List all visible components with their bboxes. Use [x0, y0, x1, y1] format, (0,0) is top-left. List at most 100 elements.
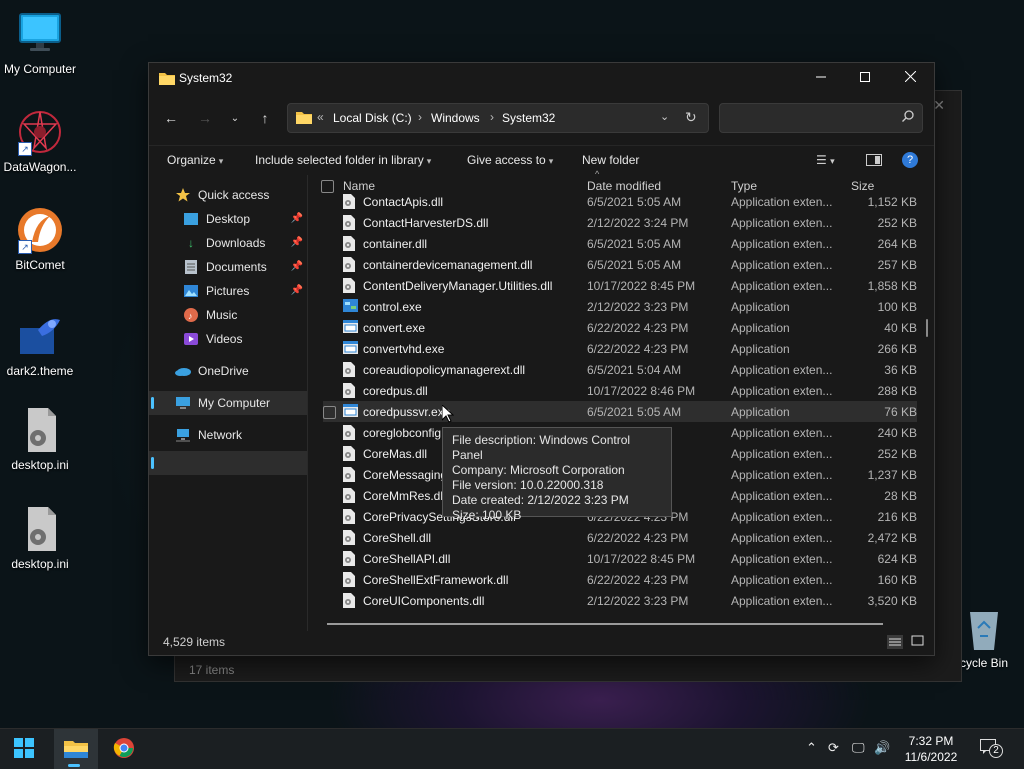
- file-date-modified: 6/22/2022 4:23 PM: [587, 321, 689, 335]
- desktop-icon-datawagon[interactable]: ↗ DataWagon...: [0, 108, 80, 174]
- title-bar[interactable]: System32: [149, 63, 934, 93]
- close-button[interactable]: [887, 63, 933, 93]
- recent-locations-button[interactable]: ⌄: [223, 107, 247, 129]
- breadcrumb-segment[interactable]: System32: [502, 111, 555, 125]
- sidebar-item-onedrive[interactable]: OneDrive: [149, 359, 307, 383]
- file-size: 288 KB: [877, 384, 917, 398]
- file-row[interactable]: ContactApis.dll 6/5/2021 5:05 AM Applicati…: [323, 191, 917, 212]
- file-date-modified: 6/5/2021 5:05 AM: [587, 258, 682, 272]
- file-type: Application exten...: [731, 195, 833, 209]
- sidebar-item-downloads[interactable]: ↓ Downloads 📌: [149, 231, 307, 255]
- file-row[interactable]: coreaudiopolicymanagerext.dll 6/5/2021 5:…: [323, 359, 917, 380]
- notification-center-button[interactable]: 2: [980, 739, 1003, 758]
- address-bar[interactable]: « Local Disk (C:) › Windows › System32 ⌄…: [287, 103, 709, 133]
- file-size: 252 KB: [877, 216, 917, 230]
- sidebar-item-my-computer[interactable]: [149, 451, 307, 475]
- file-row[interactable]: control.exe 2/12/2022 3:23 PM Application 1…: [323, 296, 917, 317]
- file-size: 36 KB: [884, 363, 917, 377]
- row-checkbox[interactable]: [323, 406, 336, 419]
- details-view-button[interactable]: [887, 635, 903, 649]
- sidebar-item-music[interactable]: ♪ Music: [149, 303, 307, 327]
- taskbar-chrome[interactable]: [104, 729, 144, 769]
- network-status-icon[interactable]: 🖵: [852, 740, 865, 756]
- vertical-scrollbar-thumb[interactable]: [926, 319, 928, 337]
- file-name: ContentDeliveryManager.Utilities.dll: [363, 279, 553, 293]
- sidebar-item-desktop[interactable]: Desktop 📌: [149, 207, 307, 231]
- file-row[interactable]: ContactHarvesterDS.dll 2/12/2022 3:24 PM A…: [323, 212, 917, 233]
- overflow-chevron-icon[interactable]: «: [317, 110, 324, 124]
- exe-file-icon: [343, 320, 358, 335]
- show-hidden-icons-button[interactable]: ⌃: [806, 740, 817, 756]
- volume-icon[interactable]: 🔊: [874, 740, 890, 756]
- shortcut-arrow-icon: ↗: [18, 142, 32, 156]
- file-row[interactable]: container.dll 6/5/2021 5:05 AM Application…: [323, 233, 917, 254]
- breadcrumb-segment[interactable]: Windows: [431, 111, 480, 125]
- file-date-modified: 10/17/2022 8:45 PM: [587, 279, 696, 293]
- large-icons-view-button[interactable]: [911, 635, 927, 649]
- taskbar-file-explorer[interactable]: [54, 729, 98, 769]
- folder-icon: [296, 110, 312, 127]
- sidebar-item-quick-access[interactable]: Quick access: [149, 183, 307, 207]
- file-size: 76 KB: [884, 405, 917, 419]
- file-type: Application: [731, 405, 790, 419]
- horizontal-scrollbar-thumb[interactable]: [327, 623, 883, 625]
- file-row[interactable]: coredpussvr.exe 6/5/2021 5:05 AM Applicati…: [323, 401, 917, 422]
- theme-file-icon: [16, 312, 64, 360]
- file-date-modified: 10/17/2022 8:46 PM: [587, 384, 696, 398]
- sidebar-item-documents[interactable]: Documents 📌: [149, 255, 307, 279]
- dll-file-icon: [343, 446, 357, 461]
- address-dropdown-button[interactable]: ⌄: [660, 110, 669, 123]
- file-name: coredpussvr.exe: [363, 405, 451, 419]
- preview-pane-button[interactable]: [866, 154, 882, 169]
- desktop-icon-label: desktop.ini: [11, 458, 69, 472]
- minimize-button[interactable]: [798, 63, 844, 93]
- refresh-icon[interactable]: ↻: [685, 109, 697, 126]
- new-folder-button[interactable]: New folder: [582, 153, 639, 167]
- file-row[interactable]: convert.exe 6/22/2022 4:23 PM Application 4…: [323, 317, 917, 338]
- help-icon[interactable]: ?: [902, 152, 918, 168]
- download-icon: ↓: [188, 236, 194, 250]
- file-row[interactable]: CoreShell.dll 6/22/2022 4:23 PM Applicatio…: [323, 527, 917, 548]
- up-button[interactable]: ↑: [253, 107, 277, 129]
- desktop-icon-my-computer[interactable]: My Computer: [0, 10, 80, 76]
- search-input[interactable]: [719, 103, 923, 133]
- sync-icon[interactable]: ⟳: [828, 740, 839, 756]
- file-type: Application exten...: [731, 279, 833, 293]
- desktop-icon-desktop-ini-1[interactable]: desktop.ini: [0, 406, 80, 472]
- desktop-icon-dark2-theme[interactable]: dark2.theme: [0, 312, 80, 378]
- dll-file-icon: [343, 362, 357, 377]
- breadcrumb-segment[interactable]: Local Disk (C:): [333, 111, 412, 125]
- dll-file-icon: [343, 593, 357, 608]
- clock[interactable]: 7:32 PM 11/6/2022: [896, 733, 966, 765]
- file-row[interactable]: CoreUIComponents.dll 2/12/2022 3:23 PM App…: [323, 590, 917, 611]
- view-options-button[interactable]: ☰ ▾: [816, 153, 835, 167]
- explorer-window[interactable]: System32 ← → ⌄ ↑ « Local Disk (C:) › Win…: [148, 62, 935, 656]
- tooltip-version: File version: 10.0.22000.318: [452, 478, 604, 492]
- pin-icon: 📌: [290, 213, 303, 224]
- organize-button[interactable]: Organize ▾: [167, 153, 223, 167]
- pane-divider[interactable]: [307, 175, 308, 631]
- sidebar-item-label: Downloads: [206, 236, 266, 250]
- file-row[interactable]: containerdevicemanagement.dll 6/5/2021 5:…: [323, 254, 917, 275]
- start-button[interactable]: [4, 729, 44, 769]
- close-icon[interactable]: ✕: [933, 97, 945, 114]
- file-row[interactable]: convertvhd.exe 6/22/2022 4:23 PM Applicati…: [323, 338, 917, 359]
- file-row[interactable]: ContentDeliveryManager.Utilities.dll 10/1…: [323, 275, 917, 296]
- file-row[interactable]: CoreShellAPI.dll 10/17/2022 8:45 PM Applic…: [323, 548, 917, 569]
- maximize-button[interactable]: [842, 63, 888, 93]
- file-row[interactable]: coredpus.dll 10/17/2022 8:46 PM Applicatio…: [323, 380, 917, 401]
- sidebar-item-videos[interactable]: Videos: [149, 327, 307, 351]
- forward-button[interactable]: →: [193, 107, 217, 129]
- sidebar-item-pictures[interactable]: Pictures 📌: [149, 279, 307, 303]
- file-type: Application: [731, 321, 790, 335]
- desktop-icon-bitcomet[interactable]: ↗ BitComet: [0, 206, 80, 272]
- include-in-library-button[interactable]: Include selected folder in library ▾: [255, 153, 431, 167]
- pin-icon: 📌: [290, 237, 303, 248]
- sidebar-item-my-computer-row[interactable]: My Computer: [149, 391, 307, 415]
- give-access-button[interactable]: Give access to ▾: [467, 153, 553, 167]
- back-button[interactable]: ←: [159, 107, 183, 129]
- file-row[interactable]: CoreShellExtFramework.dll 6/22/2022 4:23 …: [323, 569, 917, 590]
- monitor-icon: [16, 10, 64, 58]
- desktop-icon-desktop-ini-2[interactable]: desktop.ini: [0, 505, 80, 571]
- sidebar-item-network[interactable]: Network: [149, 423, 307, 447]
